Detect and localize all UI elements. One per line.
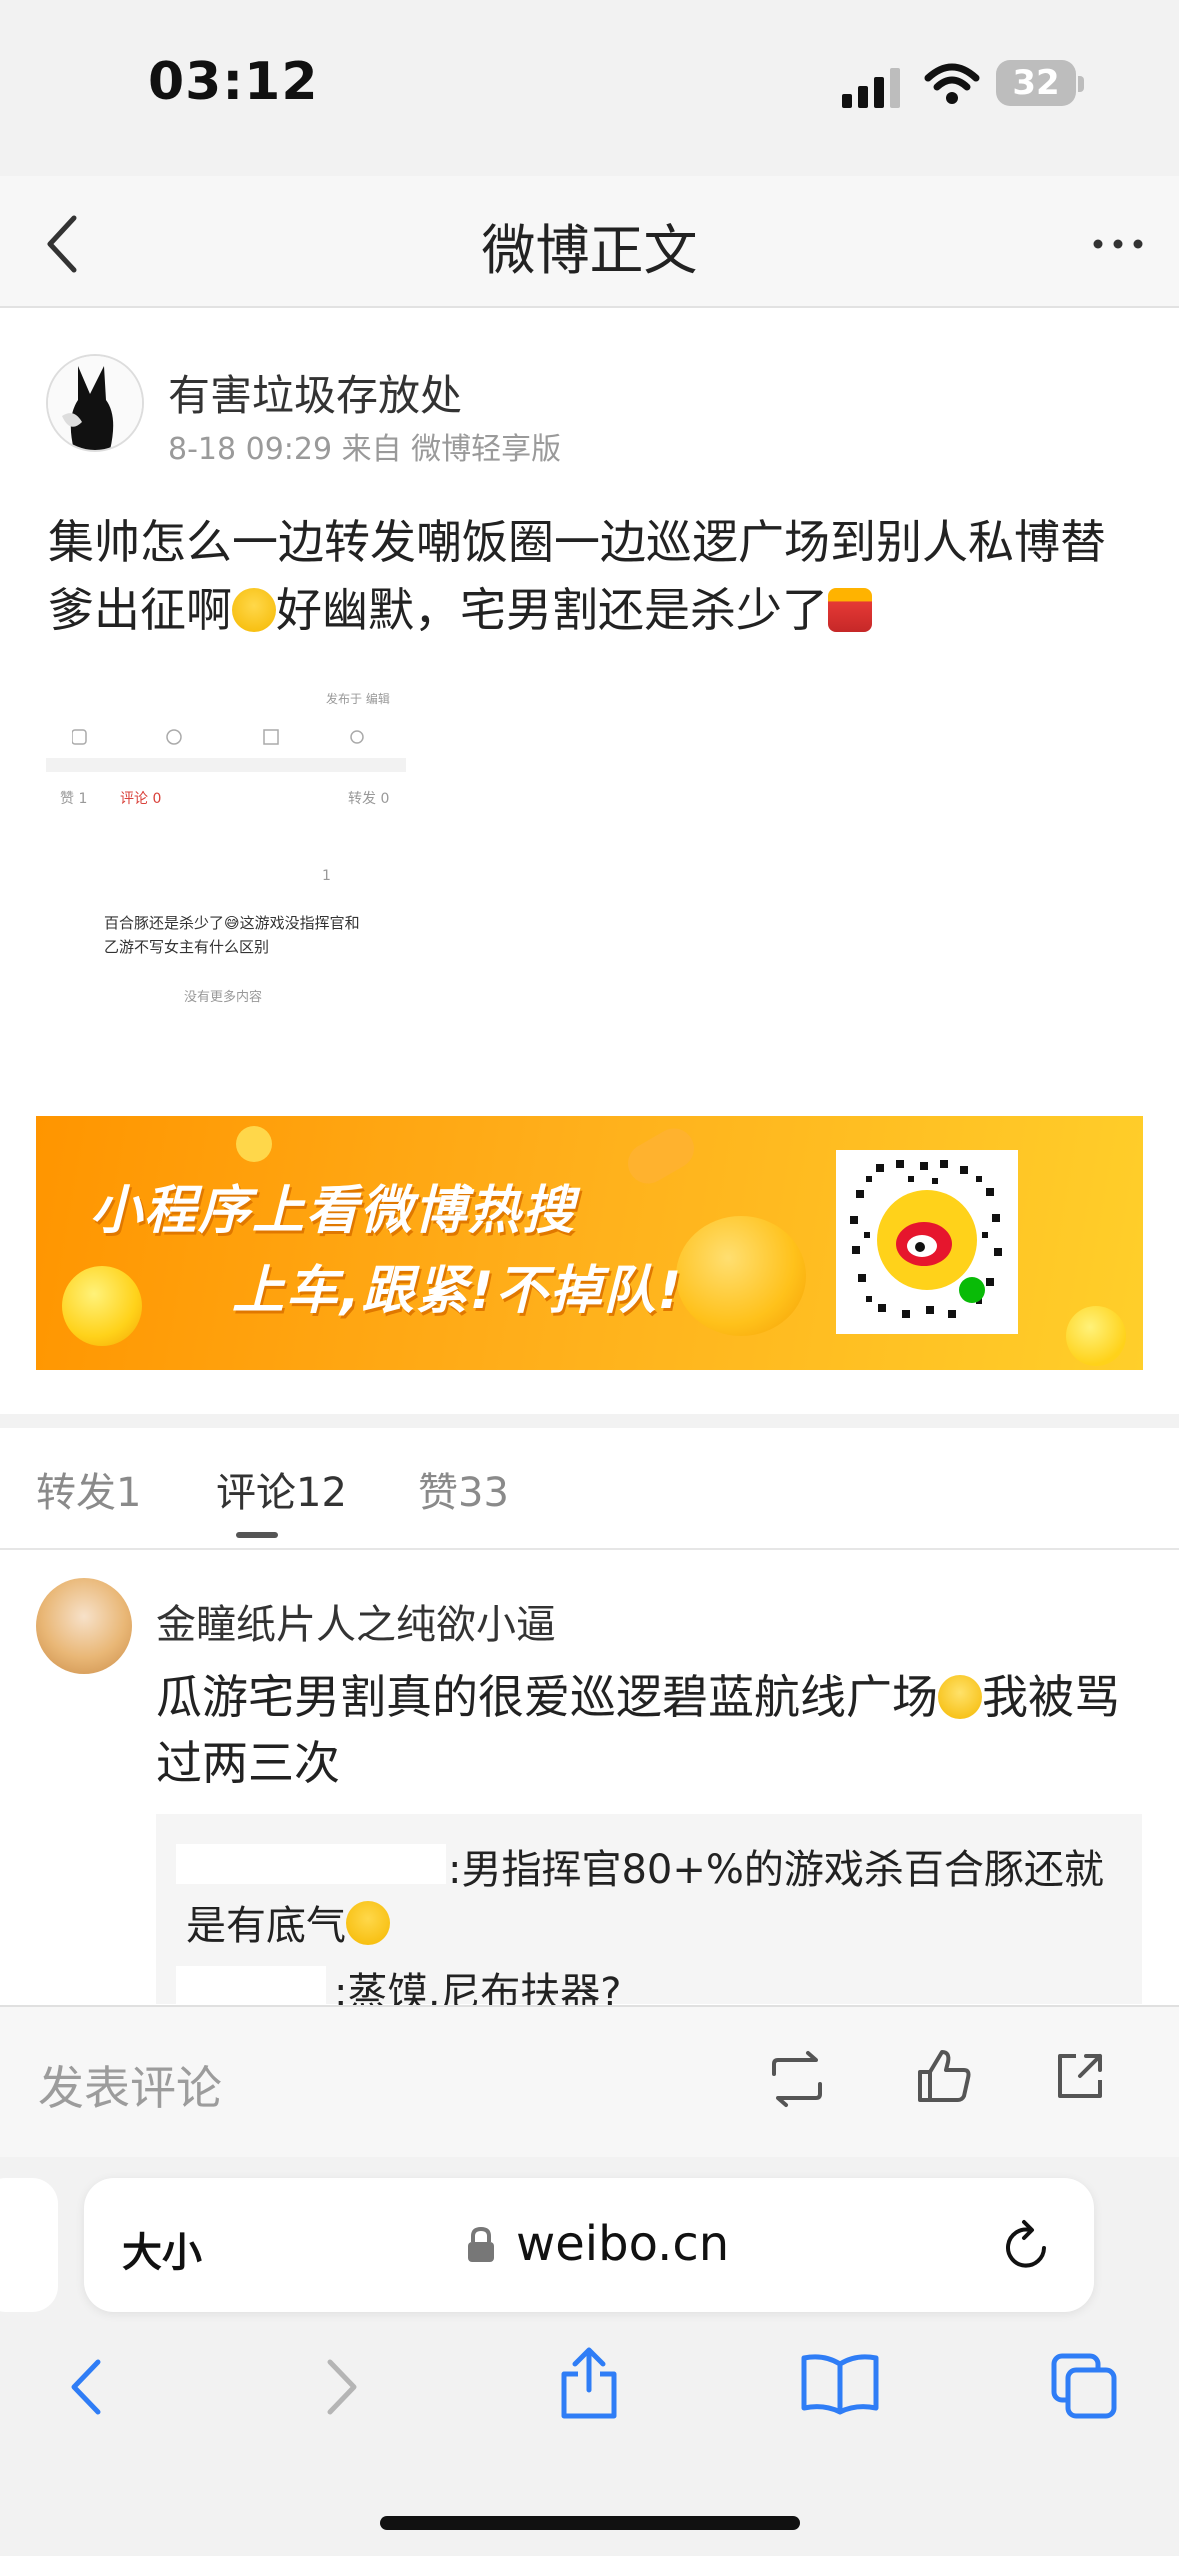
banner-ball-right xyxy=(1066,1306,1126,1366)
qr-code[interactable] xyxy=(836,1150,1018,1334)
battery-cap xyxy=(1078,76,1084,92)
reply-1-text: :男指挥官80+%的游戏杀百合豚还就是有底气 xyxy=(186,1847,1104,1949)
laughing-crying-emoji-icon xyxy=(232,588,276,632)
lock-icon xyxy=(468,2226,494,2262)
more-options-icon[interactable] xyxy=(1092,238,1144,250)
cellular-signal-icon xyxy=(842,68,900,108)
commenter-name[interactable]: 金瞳纸片人之纯欲小逼 xyxy=(156,1592,556,1650)
bookmarks-icon[interactable] xyxy=(800,2352,880,2416)
post-text: 集帅怎么一边转发嘲饭圈一边巡逻广场到别人私博替爹出征啊 好幽默，宅男割还是杀少了 xyxy=(48,508,1138,644)
battery-level: 32 xyxy=(1012,63,1060,103)
comment-input[interactable]: 发表评论 xyxy=(38,2052,222,2118)
comment-text-part1: 瓜游宅男割真的很爱巡逻碧蓝航线广场 xyxy=(156,1670,938,1724)
image-no-more: 没有更多内容 xyxy=(184,990,263,1005)
author-avatar[interactable] xyxy=(46,354,144,452)
post-image[interactable]: 发布于 编辑 赞 1 评论 0 转发 0 1 百合豚还是杀少了😅这游戏没指挥官和… xyxy=(46,686,406,1016)
section-separator xyxy=(0,1414,1179,1428)
banner-line1: 小程序上看微博热搜 xyxy=(90,1181,577,1241)
post-meta: 8-18 09:29 来自 微博轻享版 xyxy=(168,432,562,467)
avatar-illustration xyxy=(48,356,142,450)
banner-ball-small xyxy=(236,1126,272,1162)
url-text[interactable]: weibo.cn xyxy=(516,2216,729,2272)
crying-emoji-icon xyxy=(346,1901,390,1945)
image-likes: 赞 1 xyxy=(60,791,88,807)
image-reposts: 转发 0 xyxy=(348,791,390,807)
image-action-icons xyxy=(72,729,364,745)
author-name[interactable]: 有害垃圾存放处 xyxy=(168,362,462,423)
browser-forward-icon[interactable] xyxy=(322,2356,362,2418)
redacted-username-2 xyxy=(176,1966,326,2006)
wifi-icon xyxy=(924,63,980,104)
status-time: 03:12 xyxy=(148,52,319,112)
tabs-icon[interactable] xyxy=(1050,2352,1120,2420)
interaction-tabs xyxy=(0,1428,1179,1550)
image-top-right-text: 发布于 编辑 xyxy=(326,692,390,706)
browser-share-icon[interactable] xyxy=(558,2344,620,2420)
commenter-avatar[interactable] xyxy=(36,1578,132,1674)
image-like-count: 1 xyxy=(322,868,331,884)
home-indicator xyxy=(380,2516,800,2530)
reply-1: :男指挥官80+%的游戏杀百合豚还就是有底气 xyxy=(186,1842,1126,1954)
tab-likes[interactable]: 赞33 xyxy=(418,1460,509,1518)
qr-code-icon xyxy=(850,1160,1002,1318)
previous-tab-preview[interactable] xyxy=(0,2178,58,2312)
image-divider xyxy=(46,758,406,772)
image-comments: 评论 0 xyxy=(120,791,162,807)
reader-size-button[interactable]: 大小 xyxy=(122,2220,202,2278)
tab-comments[interactable]: 评论12 xyxy=(216,1460,347,1518)
battery-icon: 32 xyxy=(996,60,1076,106)
banner-line2: 上车,跟紧!不掉队! xyxy=(232,1261,684,1321)
share-icon[interactable] xyxy=(1052,2048,1108,2104)
banner-weibo-shape xyxy=(676,1216,806,1336)
like-icon[interactable] xyxy=(914,2046,974,2106)
image-text-line2: 乙游不写女主有什么区别 xyxy=(104,938,270,956)
page-title: 微博正文 xyxy=(481,219,698,282)
post-text-part2: 好幽默，宅男割还是杀少了 xyxy=(276,583,828,637)
active-tab-indicator xyxy=(236,1532,278,1538)
image-text-line1: 百合豚还是杀少了😅这游戏没指挥官和 xyxy=(104,914,360,932)
comment-text: 瓜游宅男割真的很爱巡逻碧蓝航线广场 我被骂过两三次 xyxy=(156,1664,1136,1796)
candle-emoji-icon xyxy=(828,588,872,632)
tab-reposts[interactable]: 转发1 xyxy=(36,1460,141,1518)
reload-icon[interactable] xyxy=(1000,2218,1054,2274)
smile-emoji-icon xyxy=(938,1675,982,1719)
banner-rocket xyxy=(620,1121,702,1191)
repost-icon[interactable] xyxy=(766,2050,828,2108)
banner-ball-left xyxy=(62,1266,142,1346)
browser-back-icon[interactable] xyxy=(66,2356,106,2418)
